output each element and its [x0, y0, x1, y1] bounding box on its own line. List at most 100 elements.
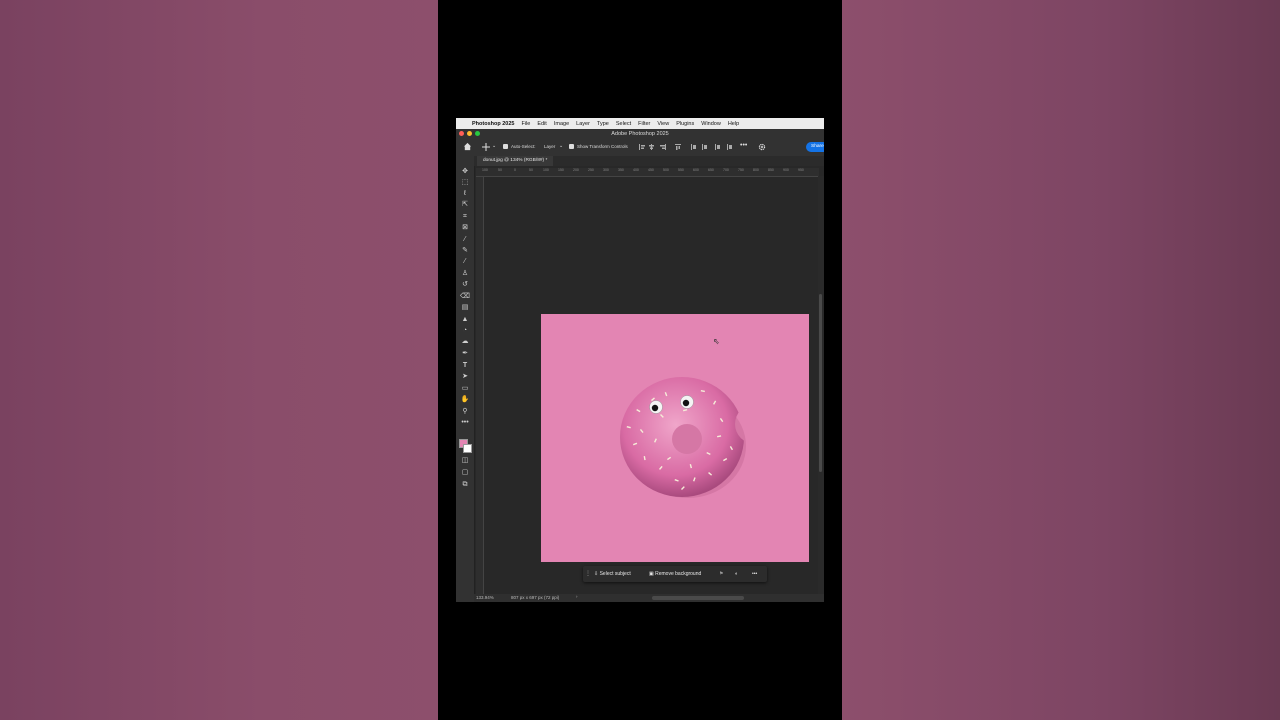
zoom-window-button[interactable]: [475, 131, 480, 136]
menu-filter[interactable]: Filter: [638, 121, 650, 127]
object-select-icon[interactable]: ⇱: [460, 200, 470, 210]
home-icon[interactable]: [463, 142, 472, 151]
document-image[interactable]: [541, 314, 809, 562]
remove-background-button[interactable]: ▣ Remove background: [649, 569, 701, 579]
menu-plugins[interactable]: Plugins: [676, 121, 694, 127]
ruler-tick: 650: [708, 168, 714, 172]
menu-select[interactable]: Select: [616, 121, 631, 127]
ruler-tick: 750: [738, 168, 744, 172]
pen-icon[interactable]: ✒: [460, 349, 470, 359]
ruler-tick: 50: [529, 168, 533, 172]
donut-image: [620, 377, 746, 498]
mask-icon[interactable]: ⚑: [719, 569, 723, 579]
ruler-tick: 700: [723, 168, 729, 172]
blurred-background-left: [0, 0, 438, 720]
ruler-tick: 850: [768, 168, 774, 172]
ruler-tick: 400: [633, 168, 639, 172]
sponge-icon[interactable]: ☁: [460, 337, 470, 347]
quick-mask-icon[interactable]: ◫: [460, 456, 470, 466]
blur-icon[interactable]: ▲: [460, 315, 470, 325]
ruler-tick: 600: [693, 168, 699, 172]
blurred-background-right: [842, 0, 1280, 720]
more-options-icon[interactable]: •••: [752, 569, 757, 579]
lasso-icon[interactable]: ℓ: [460, 189, 470, 199]
crop-icon[interactable]: ⌗: [460, 212, 470, 222]
zoom-icon[interactable]: ⚲: [460, 407, 470, 417]
align-icons[interactable]: [639, 143, 739, 151]
mac-menubar: Photoshop 2025 File Edit Image Layer Typ…: [456, 118, 824, 129]
gear-icon[interactable]: [758, 143, 766, 151]
ruler-tick: 150: [558, 168, 564, 172]
generative-icon[interactable]: ⧉: [460, 480, 470, 490]
menu-view[interactable]: View: [657, 121, 669, 127]
tools-panel: ✥ ⬚ ℓ ⇱ ⌗ ⊠ ⁄ ✎ ⁄ ♙ ↺ ⌫ ▤ ▲ ◔ ☁ ✒ T ➤ ▭ …: [456, 156, 475, 602]
photoshop-window: Photoshop 2025 File Edit Image Layer Typ…: [456, 118, 824, 602]
zoom-level[interactable]: 133.94%: [476, 595, 494, 600]
drag-handle-icon[interactable]: ⋮: [585, 569, 591, 579]
show-transform-checkbox[interactable]: [569, 144, 574, 149]
adjustment-icon[interactable]: ◐: [735, 569, 738, 579]
menu-app-name[interactable]: Photoshop 2025: [472, 121, 514, 127]
chevron-down-icon[interactable]: ⌄: [492, 143, 496, 149]
menu-window[interactable]: Window: [701, 121, 721, 127]
menu-help[interactable]: Help: [728, 121, 739, 127]
share-button[interactable]: Share: [806, 142, 824, 152]
horizontal-scroll-thumb[interactable]: [652, 596, 744, 600]
eyedropper-icon[interactable]: ⁄: [460, 235, 470, 245]
window-title: Adobe Photoshop 2025: [611, 131, 669, 137]
minimize-window-button[interactable]: [467, 131, 472, 136]
menu-layer[interactable]: Layer: [576, 121, 590, 127]
mouse-cursor-icon: ⇖: [713, 337, 720, 346]
auto-select-checkbox[interactable]: [503, 144, 508, 149]
eraser-icon[interactable]: ⌫: [460, 292, 470, 302]
canvas-area[interactable]: ⋮ ⇩ Select subject ▣ Remove background ⚑…: [484, 177, 818, 596]
vertical-scroll-thumb[interactable]: [819, 294, 822, 472]
more-tools-icon[interactable]: •••: [460, 418, 470, 428]
window-titlebar: Adobe Photoshop 2025: [456, 129, 824, 139]
close-window-button[interactable]: [459, 131, 464, 136]
select-subject-button[interactable]: ⇩ Select subject: [594, 569, 631, 579]
ruler-tick: 100: [482, 168, 488, 172]
screen-mode-icon[interactable]: ▢: [460, 468, 470, 478]
rectangle-icon[interactable]: ▭: [460, 384, 470, 394]
ruler-tick: 50: [498, 168, 502, 172]
move-icon[interactable]: ✥: [460, 167, 470, 177]
ruler-tick: 900: [783, 168, 789, 172]
background-color-swatch[interactable]: [463, 444, 472, 453]
type-icon[interactable]: T: [460, 361, 470, 371]
menu-file[interactable]: File: [521, 121, 530, 127]
ruler-tick: 0: [514, 168, 516, 172]
gradient-icon[interactable]: ▤: [460, 303, 470, 313]
healing-brush-icon[interactable]: ✎: [460, 246, 470, 256]
dodge-icon[interactable]: ◔: [460, 326, 470, 336]
auto-select-label: Auto-Select:: [511, 144, 536, 149]
ruler-tick: 100: [543, 168, 549, 172]
ruler-tick: 200: [573, 168, 579, 172]
menu-image[interactable]: Image: [554, 121, 569, 127]
menu-edit[interactable]: Edit: [537, 121, 546, 127]
options-bar: ⌄ Auto-Select: Layer ⌄ Show Transform Co…: [456, 139, 824, 157]
select-subject-label: Select subject: [599, 571, 631, 577]
menu-type[interactable]: Type: [597, 121, 609, 127]
brush-icon[interactable]: ⁄: [460, 257, 470, 267]
document-tab[interactable]: donut.jpg @ 134% (RGB/8#) *: [477, 156, 554, 166]
vertical-ruler: [476, 177, 484, 596]
clone-stamp-icon[interactable]: ♙: [460, 269, 470, 279]
path-select-icon[interactable]: ➤: [460, 372, 470, 382]
chevron-right-icon[interactable]: ›: [576, 594, 578, 599]
show-transform-label: Show Transform Controls: [577, 144, 628, 149]
ruler-tick: 450: [648, 168, 654, 172]
hand-icon[interactable]: ✋: [460, 395, 470, 405]
move-tool-preset-icon[interactable]: [482, 143, 490, 151]
document-tabbar: donut.jpg @ 134% (RGB/8#) *: [474, 156, 824, 166]
history-brush-icon[interactable]: ↺: [460, 280, 470, 290]
traffic-lights: [459, 131, 480, 136]
status-bar: 133.94% 807 px x 697 px (72 ppi) ›: [474, 594, 824, 602]
more-options-icon[interactable]: •••: [740, 142, 747, 149]
vertical-scrollbar[interactable]: [818, 176, 824, 596]
frame-icon[interactable]: ⊠: [460, 223, 470, 233]
marquee-icon[interactable]: ⬚: [460, 178, 470, 188]
document-info: 807 px x 697 px (72 ppi): [511, 595, 560, 600]
chevron-down-icon[interactable]: ⌄: [559, 143, 563, 149]
auto-select-dropdown[interactable]: Layer: [544, 144, 555, 149]
